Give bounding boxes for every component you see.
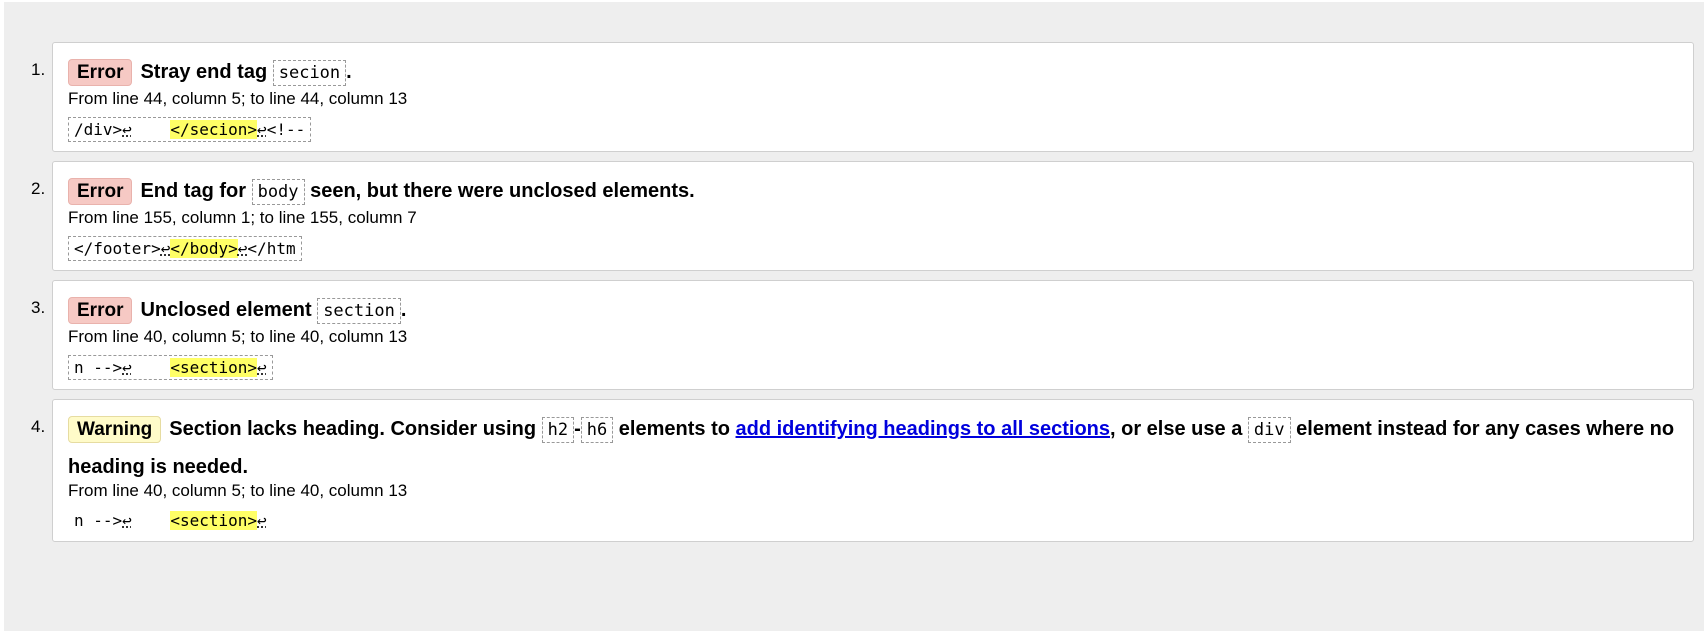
result-item-4: 4. Warning Section lacks heading. Conside… [31,399,1694,542]
result-item-3: 3. Error Unclosed element section. From l… [31,280,1694,390]
highlighted-code: <section> [170,358,258,377]
code-snippet: div [1247,417,1291,443]
code-snippet: section [317,298,401,324]
code-snippet: body [251,179,305,205]
line-break-icon: ↩ [257,120,267,139]
message-text: , or else use a [1110,418,1248,440]
line-break-icon: ↩ [122,358,132,377]
result-message: Error Unclosed element section. [68,292,1683,330]
highlighted-code: </body> [170,239,238,258]
error-badge: Error [68,297,133,324]
message-text: Unclosed element [140,299,318,321]
result-item-2: 2. Error End tag for body seen, but there… [31,161,1694,271]
result-message: Error Stray end tag secion. [68,54,1683,92]
help-link[interactable]: add identifying headings to all sections [736,418,1111,440]
code-snippet: secion [272,60,347,86]
location-text: From line 40, column 5; to line 40, colu… [68,327,408,346]
line-break-icon: ↩ [122,120,132,139]
result-number: 1. [31,60,46,79]
result-message: Warning Section lacks heading. Consider u… [68,416,1675,478]
message-text: elements to [613,418,736,440]
message-text: Stray end tag [140,61,273,83]
source-extract[interactable]: n -->↩ <section>↩ [68,508,273,533]
line-break-icon: ↩ [160,239,171,258]
highlighted-code: <section> [170,511,258,530]
error-badge: Error [68,59,133,86]
source-extract[interactable]: n -->↩ <section>↩ [68,355,273,380]
location-text: From line 44, column 5; to line 44, colu… [68,89,408,108]
result-item-1: 1. Error Stray end tag secion. From line … [31,42,1694,152]
results-panel: 1. Error Stray end tag secion. From line … [4,2,1704,631]
code-snippet: h2 [541,417,575,443]
source-extract[interactable]: /div>↩ </secion>↩<!-- [68,117,312,142]
code-snippet: h6 [580,417,614,443]
result-number: 3. [31,298,46,317]
message-text: . [346,61,352,83]
source-extract[interactable]: </footer>↩</body>↩</htm [68,236,302,261]
message-text: . [400,299,407,321]
message-text: seen, but there were unclosed elements. [304,180,695,202]
line-break-icon: ↩ [237,239,248,258]
error-badge: Error [68,178,133,205]
result-number: 2. [31,179,46,198]
warning-badge: Warning [68,416,162,443]
highlighted-code: </secion> [170,120,258,139]
line-break-icon: ↩ [122,511,132,530]
message-text: End tag for [140,180,252,202]
message-text: Section lacks heading. Consider using [169,418,542,440]
location-text: From line 155, column 1; to line 155, co… [68,208,417,227]
line-break-icon: ↩ [257,358,267,377]
location-text: From line 40, column 5; to line 40, colu… [68,481,408,500]
line-break-icon: ↩ [257,511,267,530]
result-number: 4. [31,417,46,436]
result-message: Error End tag for body seen, but there we… [68,173,1683,211]
